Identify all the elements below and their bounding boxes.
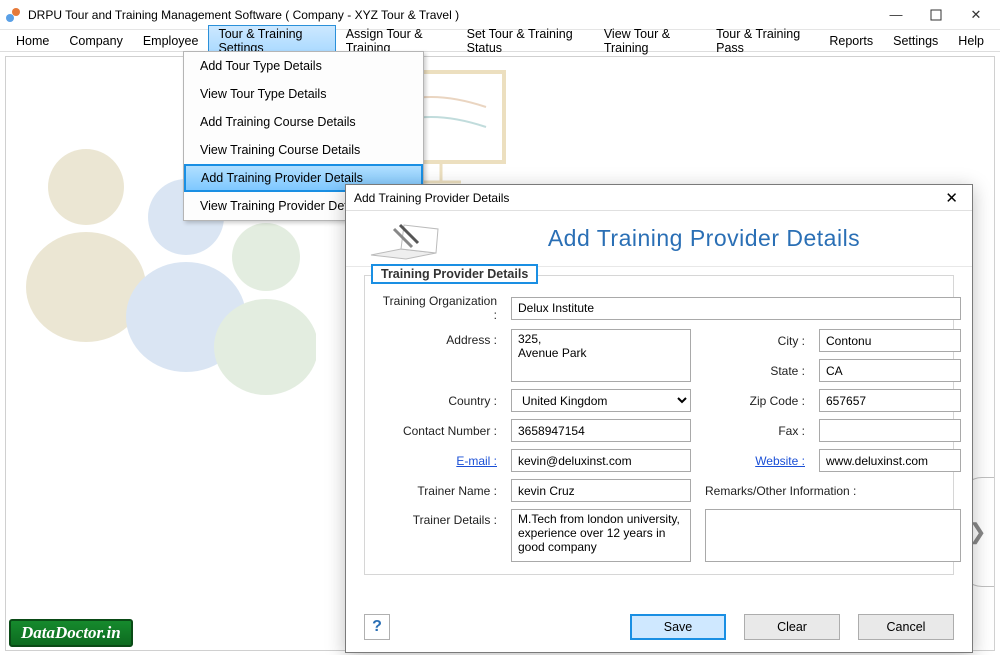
- label-remarks: Remarks/Other Information :: [705, 484, 961, 498]
- dialog-banner: Add Training Provider Details: [346, 211, 972, 267]
- label-trainer: Trainer Name :: [377, 484, 497, 498]
- label-details: Trainer Details :: [377, 509, 497, 527]
- notebook-icon: [366, 217, 446, 261]
- minimize-button[interactable]: —: [876, 1, 916, 29]
- label-org: Training Organization :: [377, 294, 497, 322]
- menu-settings[interactable]: Settings: [883, 32, 948, 50]
- menu-employee[interactable]: Employee: [133, 32, 209, 50]
- label-country: Country :: [377, 394, 497, 408]
- dialog-heading: Add Training Provider Details: [456, 225, 952, 252]
- clear-button[interactable]: Clear: [744, 614, 840, 640]
- label-website[interactable]: Website :: [705, 454, 805, 468]
- maximize-button[interactable]: [916, 1, 956, 29]
- provider-details-group: Training Provider Details Training Organ…: [364, 275, 954, 575]
- input-details[interactable]: [511, 509, 691, 562]
- menu-pass[interactable]: Tour & Training Pass: [706, 25, 819, 57]
- dialog-button-row: ? Save Clear Cancel: [346, 608, 972, 652]
- label-state: State :: [705, 364, 805, 378]
- menu-home[interactable]: Home: [6, 32, 59, 50]
- label-fax: Fax :: [705, 424, 805, 438]
- dd-view-course[interactable]: View Training Course Details: [184, 136, 423, 164]
- input-zip[interactable]: [819, 389, 961, 412]
- app-icon: [4, 6, 22, 24]
- cancel-button[interactable]: Cancel: [858, 614, 954, 640]
- label-city: City :: [705, 334, 805, 348]
- input-org[interactable]: [511, 297, 961, 320]
- dialog-titlebar: Add Training Provider Details ✕: [346, 185, 972, 211]
- input-trainer[interactable]: [511, 479, 691, 502]
- dd-view-tour-type[interactable]: View Tour Type Details: [184, 80, 423, 108]
- dialog-close-button[interactable]: ✕: [939, 189, 964, 207]
- input-fax[interactable]: [819, 419, 961, 442]
- label-address: Address :: [377, 329, 497, 347]
- menu-set-status[interactable]: Set Tour & Training Status: [457, 25, 594, 57]
- brand-badge: DataDoctor.in: [9, 619, 133, 647]
- input-state[interactable]: [819, 359, 961, 382]
- input-address[interactable]: [511, 329, 691, 382]
- select-country[interactable]: United Kingdom: [511, 389, 691, 412]
- input-remarks[interactable]: [705, 509, 961, 562]
- group-legend: Training Provider Details: [373, 266, 536, 282]
- window-title: DRPU Tour and Training Management Softwa…: [28, 8, 876, 22]
- menu-help[interactable]: Help: [948, 32, 994, 50]
- input-email[interactable]: [511, 449, 691, 472]
- label-contact: Contact Number :: [377, 424, 497, 438]
- dialog-title: Add Training Provider Details: [354, 191, 509, 205]
- dd-add-course[interactable]: Add Training Course Details: [184, 108, 423, 136]
- save-button[interactable]: Save: [630, 614, 726, 640]
- help-button[interactable]: ?: [364, 614, 390, 640]
- menu-reports[interactable]: Reports: [819, 32, 883, 50]
- input-website[interactable]: [819, 449, 961, 472]
- label-zip: Zip Code :: [705, 394, 805, 408]
- menubar: Home Company Employee Tour & Training Se…: [0, 30, 1000, 52]
- menu-view[interactable]: View Tour & Training: [594, 25, 706, 57]
- input-contact[interactable]: [511, 419, 691, 442]
- input-city[interactable]: [819, 329, 961, 352]
- add-training-provider-dialog: Add Training Provider Details ✕ Add Trai…: [345, 184, 973, 653]
- dd-add-tour-type[interactable]: Add Tour Type Details: [184, 52, 423, 80]
- close-button[interactable]: ✕: [956, 1, 996, 29]
- menu-company[interactable]: Company: [59, 32, 133, 50]
- label-email[interactable]: E-mail :: [377, 454, 497, 468]
